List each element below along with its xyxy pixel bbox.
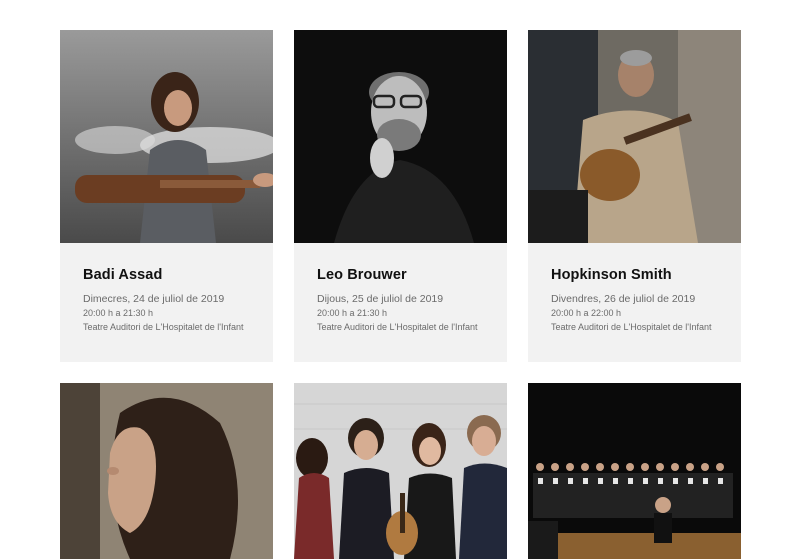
event-time: 20:00 h a 22:00 h bbox=[551, 308, 622, 318]
event-card-leo-brouwer[interactable]: Leo Brouwer Dijous, 25 de juliol de 2019… bbox=[294, 30, 507, 362]
event-info: Leo Brouwer Dijous, 25 de juliol de 2019… bbox=[294, 243, 507, 362]
event-date: Dimecres, 24 de juliol de 2019 bbox=[83, 293, 225, 305]
event-card-5[interactable] bbox=[294, 383, 507, 559]
event-venue: Teatre Auditori de L'Hospitalet de l'Inf… bbox=[83, 322, 244, 332]
event-time: 20:00 h a 21:30 h bbox=[317, 308, 388, 318]
event-card-4[interactable] bbox=[60, 383, 273, 559]
event-title[interactable]: Badi Assad bbox=[83, 267, 273, 283]
event-card-badi-assad[interactable]: Badi Assad Dimecres, 24 de juliol de 201… bbox=[60, 30, 273, 362]
event-photo-5[interactable] bbox=[294, 383, 507, 559]
event-photo-6[interactable] bbox=[528, 383, 741, 559]
event-title[interactable]: Hopkinson Smith bbox=[551, 267, 741, 283]
event-date: Divendres, 26 de juliol de 2019 bbox=[551, 293, 696, 305]
event-date: Dijous, 25 de juliol de 2019 bbox=[317, 293, 444, 305]
event-time: 20:00 h a 21:30 h bbox=[83, 308, 154, 318]
event-info: Badi Assad Dimecres, 24 de juliol de 201… bbox=[60, 243, 273, 362]
event-photo-hopkinson-smith[interactable] bbox=[528, 30, 741, 243]
event-photo-badi-assad[interactable] bbox=[60, 30, 273, 243]
event-photo-leo-brouwer[interactable] bbox=[294, 30, 507, 243]
event-photo-4[interactable] bbox=[60, 383, 273, 559]
event-venue: Teatre Auditori de L'Hospitalet de l'Inf… bbox=[551, 322, 712, 332]
event-card-6[interactable] bbox=[528, 383, 741, 559]
events-grid: Badi Assad Dimecres, 24 de juliol de 201… bbox=[60, 30, 741, 559]
event-card-hopkinson-smith[interactable]: Hopkinson Smith Divendres, 26 de juliol … bbox=[528, 30, 741, 362]
event-venue: Teatre Auditori de L'Hospitalet de l'Inf… bbox=[317, 322, 478, 332]
event-info: Hopkinson Smith Divendres, 26 de juliol … bbox=[528, 243, 741, 362]
event-title[interactable]: Leo Brouwer bbox=[317, 267, 507, 283]
